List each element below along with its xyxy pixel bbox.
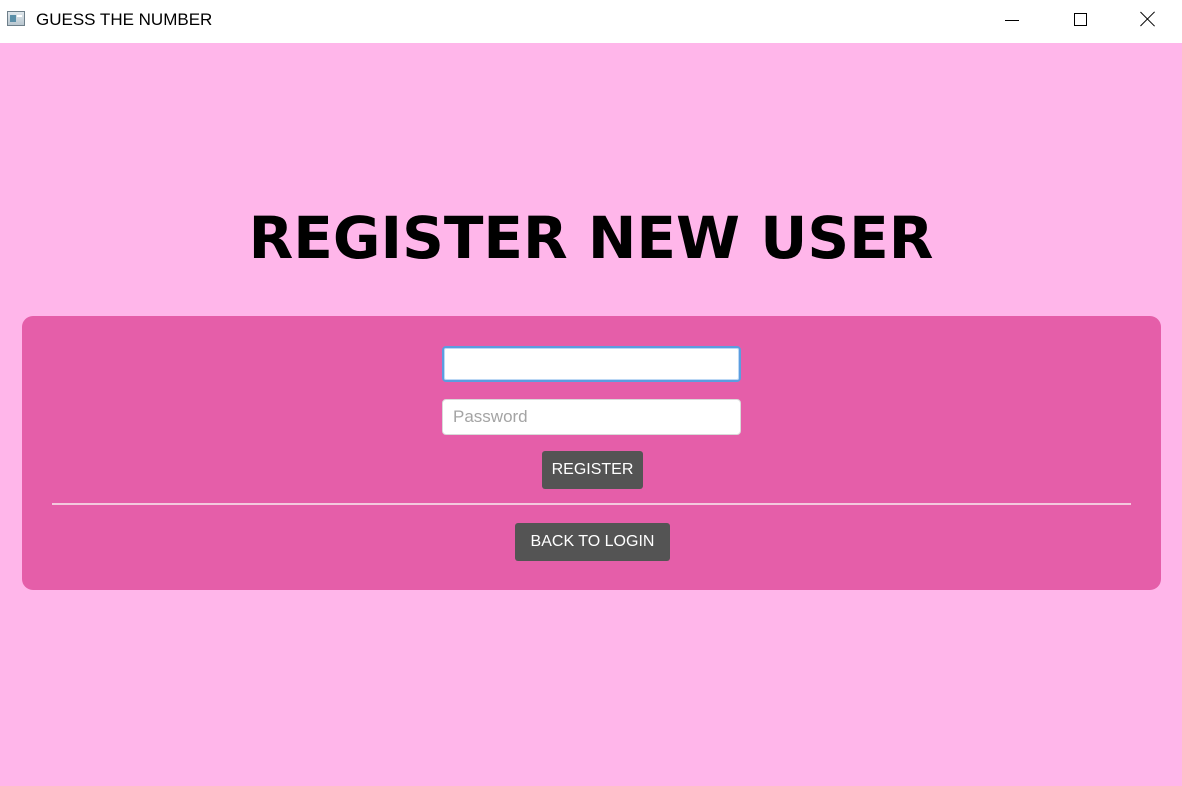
username-input[interactable] [442, 346, 741, 382]
app-window: GUESS THE NUMBER REGISTER NEW USER REGIS… [0, 0, 1182, 786]
divider [52, 503, 1131, 505]
minimize-button[interactable] [978, 0, 1046, 38]
minimize-icon [1005, 19, 1019, 21]
close-icon [1140, 11, 1156, 27]
register-panel: REGISTER BACK TO LOGIN [22, 316, 1161, 590]
maximize-icon [1073, 12, 1087, 26]
window-controls [978, 0, 1182, 38]
register-button[interactable]: REGISTER [542, 451, 643, 489]
password-input[interactable] [442, 399, 741, 435]
app-window-icon [7, 11, 25, 26]
main-content: REGISTER NEW USER REGISTER BACK TO LOGIN [0, 43, 1182, 786]
page-title: REGISTER NEW USER [248, 204, 934, 272]
title-bar: GUESS THE NUMBER [0, 0, 1182, 43]
maximize-button[interactable] [1046, 0, 1114, 38]
close-button[interactable] [1114, 0, 1182, 38]
window-title: GUESS THE NUMBER [36, 10, 213, 29]
back-to-login-button[interactable]: BACK TO LOGIN [515, 523, 670, 561]
